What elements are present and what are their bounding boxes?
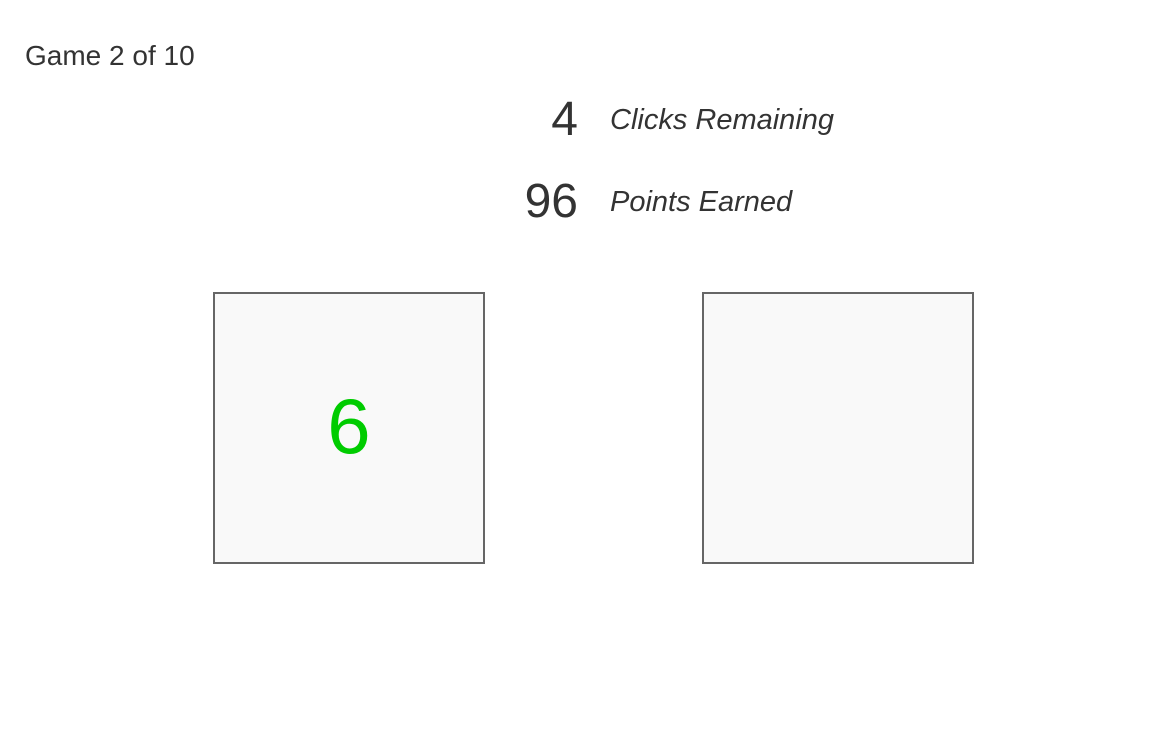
clicks-remaining-row: 4 Clicks Remaining [400,90,900,150]
game-page: Game 2 of 10 4 Clicks Remaining 96 Point… [0,0,1151,751]
clicks-remaining-label: Clicks Remaining [610,104,835,136]
points-earned-value: 96 [524,175,578,228]
clicks-remaining-value: 4 [551,93,578,146]
left-box-value: 6 [327,382,371,470]
left-box[interactable]: 6 [213,292,485,564]
game-counter: Game 2 of 10 [25,40,195,71]
points-earned-row: 96 Points Earned [400,172,900,232]
right-box[interactable] [702,292,974,564]
points-earned-label: Points Earned [610,186,793,218]
